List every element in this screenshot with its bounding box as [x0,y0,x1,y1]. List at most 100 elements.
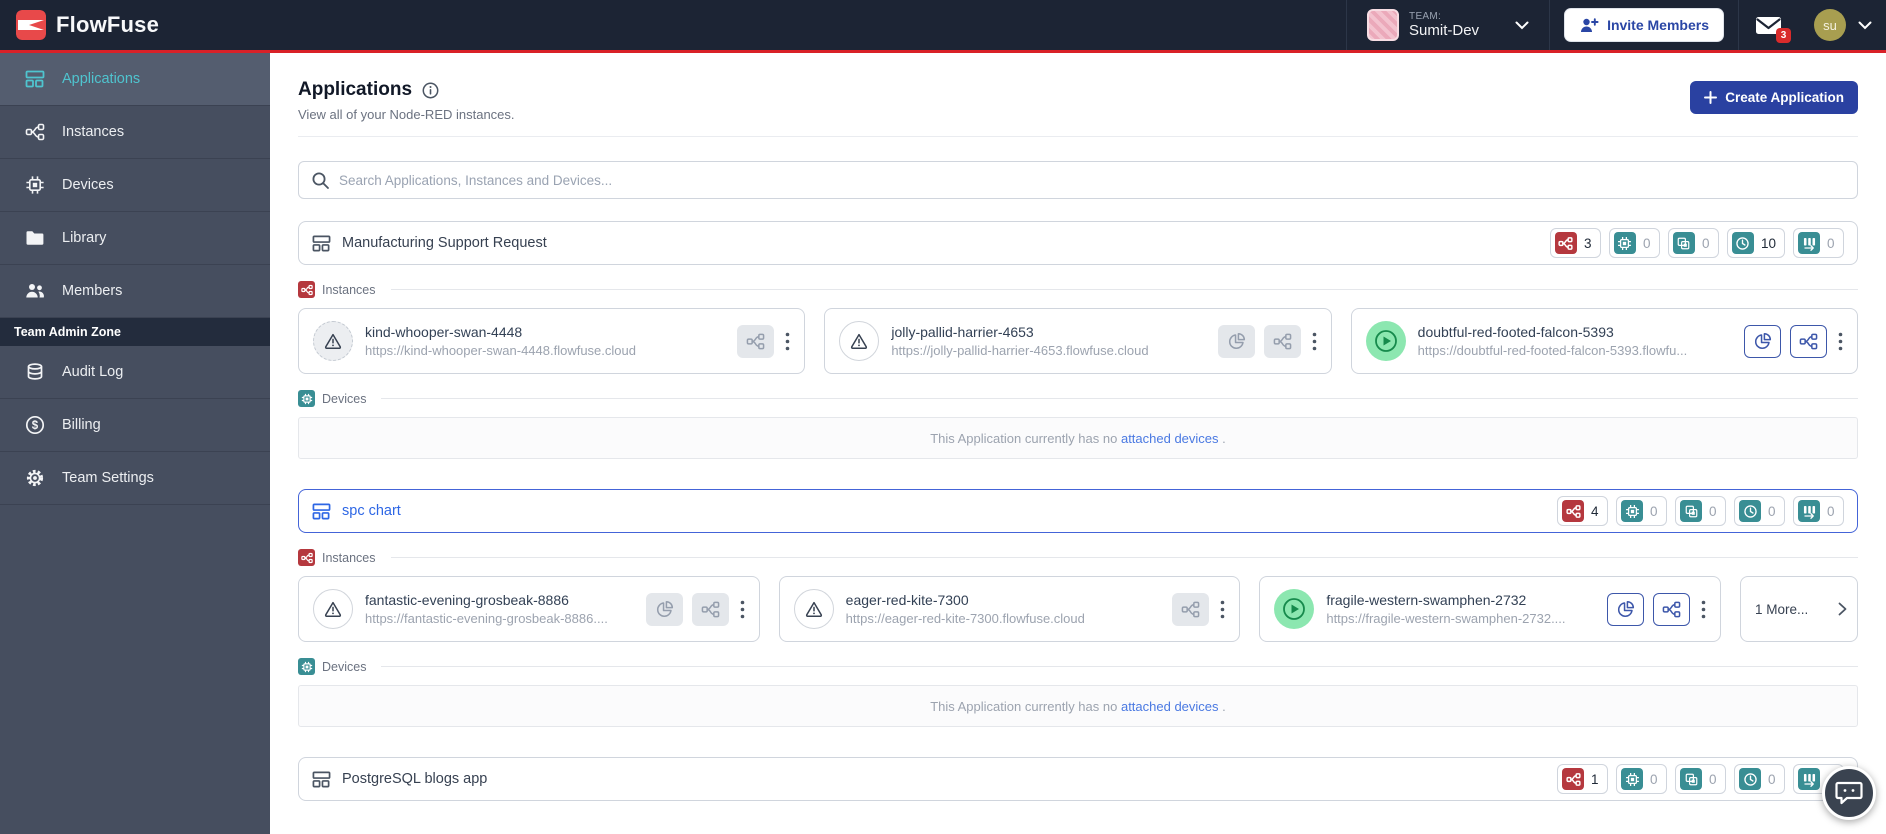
pipelines-icon [1798,232,1820,254]
chevron-down-icon [1515,21,1529,29]
sidebar-item-label: Instances [62,124,125,140]
sidebar-item-team-settings[interactable]: Team Settings [0,452,270,505]
open-dashboard-button[interactable] [645,592,683,626]
no-devices-panel: This Application currently has no attach… [298,417,1858,459]
badge-count: 0 [1650,503,1658,519]
svg-text:$: $ [32,420,39,432]
badge-count: 10 [1760,235,1776,251]
open-dashboard-button[interactable] [1607,592,1645,626]
open-editor-button[interactable] [737,324,775,358]
open-dashboard-button[interactable] [1743,324,1781,358]
top-navbar: FlowFuse TEAM: Sumit-Dev Invite Members [0,0,1886,50]
devices-sub-label: Devices [322,659,367,674]
instance-menu-button[interactable] [738,598,747,621]
instance-card[interactable]: jolly-pallid-harrier-4653 https://jolly-… [824,308,1332,374]
instance-name: eager-red-kite-7300 [845,591,969,608]
sidebar-item-billing[interactable]: $ Billing [0,399,270,452]
instance-menu-button[interactable] [1699,598,1708,621]
sidebar-item-applications[interactable]: Applications [0,53,270,106]
application-name: PostgreSQL blogs app [342,771,488,787]
application-name: Manufacturing Support Request [342,235,547,251]
instance-card[interactable]: eager-red-kite-7300 https://eager-red-ki… [778,576,1241,642]
instances-icon [298,549,315,566]
snapshots-count-badge[interactable]: 0 [1734,496,1785,526]
devices-count-badge[interactable]: 0 [1608,228,1660,258]
chat-widget-button[interactable] [1822,766,1876,820]
devices-count-badge[interactable]: 0 [1616,496,1667,526]
search-input[interactable] [339,172,1845,188]
instance-card[interactable]: fantastic-evening-grosbeak-8886 https://… [298,576,760,642]
instance-card[interactable]: doubtful-red-footed-falcon-5393 https://… [1350,308,1858,374]
more-instances-card[interactable]: 1 More... [1740,576,1859,642]
plus-icon [1704,91,1718,104]
device-groups-count-badge[interactable]: 0 [1675,496,1726,526]
attached-devices-link[interactable]: attached devices [1121,699,1219,714]
divider [381,666,1858,667]
instance-menu-button[interactable] [1836,330,1845,353]
snapshots-count-badge[interactable]: 0 [1734,764,1785,794]
instance-url: https://fragile-western-swamphen-2732...… [1326,610,1566,626]
create-application-label: Create Application [1725,90,1844,105]
pipelines-count-badge[interactable]: 0 [1793,228,1844,258]
devices-count-badge[interactable]: 0 [1616,764,1667,794]
notification-count-badge: 3 [1776,27,1791,43]
application-header-card[interactable]: spc chart 4 0 0 0 0 [298,489,1858,533]
navbar-divider [1738,0,1739,50]
instances-count-badge[interactable]: 4 [1557,496,1608,526]
no-devices-period: . [1222,698,1226,714]
snapshots-count-badge[interactable]: 10 [1726,228,1785,258]
instance-card[interactable]: kind-whooper-swan-4448 https://kind-whoo… [298,308,806,374]
badge-count: 0 [1709,771,1717,787]
instances-count-badge[interactable]: 3 [1549,228,1601,258]
users-icon [24,281,46,301]
sidebar-item-audit-log[interactable]: Audit Log [0,346,270,399]
flowfuse-logo[interactable]: FlowFuse [16,10,159,40]
instance-status-running-icon [1274,589,1315,629]
accent-line [0,50,1886,53]
instance-status-error-icon [793,589,834,629]
instance-card[interactable]: fragile-western-swamphen-2732 https://fr… [1259,576,1722,642]
instances-sub-header: Instances [298,549,1858,566]
open-editor-button[interactable] [691,592,729,626]
sidebar-item-instances[interactable]: Instances [0,106,270,159]
chip-icon [24,175,46,195]
sidebar-item-members[interactable]: Members [0,265,270,318]
instance-url: https://jolly-pallid-harrier-4653.flowfu… [891,342,1149,358]
instance-menu-button[interactable] [1310,330,1319,353]
instances-icon [1554,232,1577,254]
team-selector[interactable]: TEAM: Sumit-Dev [1361,9,1535,41]
info-icon[interactable] [422,82,439,99]
instance-name: fragile-western-swamphen-2732 [1326,591,1527,608]
instance-menu-button[interactable] [1218,598,1227,621]
navbar-divider [1346,0,1348,50]
instances-icon [1562,768,1584,790]
open-editor-button[interactable] [1653,592,1691,626]
open-editor-button[interactable] [1263,324,1301,358]
open-editor-button[interactable] [1172,592,1210,626]
application-header-card[interactable]: PostgreSQL blogs app 1 0 0 0 [298,757,1858,801]
attached-devices-link[interactable]: attached devices [1121,431,1219,446]
open-editor-button[interactable] [1789,324,1827,358]
device-groups-count-badge[interactable]: 0 [1675,764,1726,794]
pipelines-count-badge[interactable]: 0 [1793,496,1844,526]
instances-count-badge[interactable]: 1 [1557,764,1608,794]
notifications-button[interactable]: 3 [1755,15,1791,43]
devices-sub-header: Devices [298,390,1858,407]
application-icon [312,234,331,253]
instance-menu-button[interactable] [783,330,792,353]
search-bar [298,161,1858,199]
sidebar-item-devices[interactable]: Devices [0,159,270,212]
brand-name: FlowFuse [56,12,160,37]
invite-members-button[interactable]: Invite Members [1564,8,1724,42]
no-devices-period: . [1222,430,1226,446]
open-dashboard-button[interactable] [1217,324,1255,358]
chip-icon [1613,232,1636,254]
instances-icon [298,281,315,298]
application-header-card[interactable]: Manufacturing Support Request 3 0 0 10 0 [298,221,1858,265]
device-groups-count-badge[interactable]: 0 [1667,228,1719,258]
create-application-button[interactable]: Create Application [1690,81,1858,114]
sidebar-item-library[interactable]: Library [0,212,270,265]
search-icon [312,172,329,189]
gear-icon [24,468,46,488]
user-menu[interactable]: su [1814,9,1872,41]
